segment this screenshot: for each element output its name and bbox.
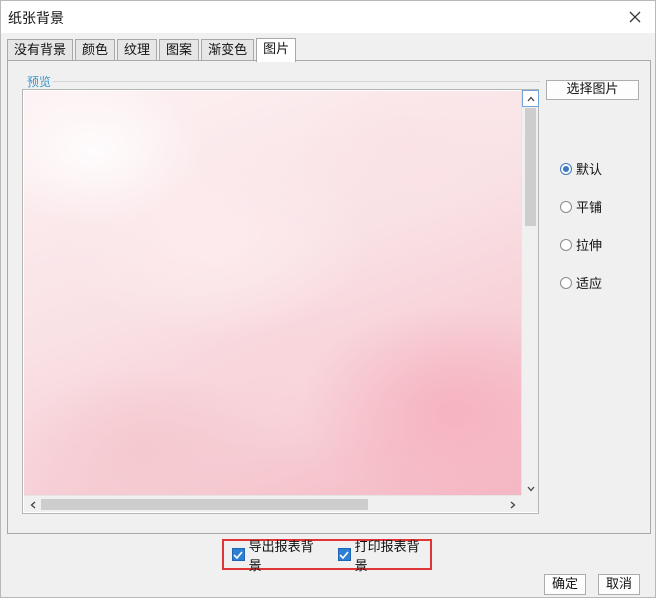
tab-color[interactable]: 颜色 [75, 39, 116, 61]
scroll-left-button[interactable] [24, 496, 41, 513]
ok-button[interactable]: 确定 [544, 574, 586, 595]
print-background-checkbox[interactable]: 打印报表背景 [338, 536, 430, 574]
dialog-title: 纸张背景 [8, 11, 64, 27]
checkmark-icon [233, 550, 243, 559]
preview-area [22, 89, 539, 514]
checkmark-icon [339, 550, 349, 559]
tab-bar: 没有背景 颜色 纹理 图案 渐变色 图片 [7, 37, 298, 62]
cancel-button[interactable]: 取消 [598, 574, 640, 595]
radio-indicator [560, 238, 572, 251]
preview-divider [53, 81, 540, 82]
vertical-scroll-thumb[interactable] [525, 108, 536, 226]
radio-indicator [560, 200, 572, 213]
tab-gradient[interactable]: 渐变色 [201, 39, 255, 61]
checkbox-label: 打印报表背景 [354, 539, 420, 574]
preview-image [24, 91, 521, 496]
checkbox-label: 导出报表背景 [248, 539, 314, 574]
radio-fit[interactable]: 适应 [560, 273, 602, 292]
radio-indicator [560, 276, 572, 289]
preview-group: 预览 [19, 73, 540, 536]
tab-pattern[interactable]: 图案 [159, 39, 200, 61]
checkbox-checked [232, 548, 245, 561]
scroll-right-button[interactable] [504, 496, 521, 513]
scroll-up-button[interactable] [522, 90, 539, 107]
chevron-down-icon [527, 486, 534, 491]
horizontal-scrollbar[interactable] [24, 495, 521, 512]
radio-default[interactable]: 默认 [560, 159, 602, 178]
radio-indicator [560, 162, 572, 175]
title-bar: 纸张背景 [1, 1, 655, 33]
choose-image-button[interactable]: 选择图片 [546, 80, 639, 100]
chevron-right-icon [510, 501, 515, 508]
close-icon [629, 11, 641, 23]
tab-image[interactable]: 图片 [256, 38, 297, 62]
scroll-corner [521, 495, 538, 512]
paper-background-dialog: 纸张背景 没有背景 颜色 纹理 图案 渐变色 图片 预览 选择图片 默认 平铺 … [0, 0, 656, 598]
radio-label: 适应 [576, 277, 603, 292]
close-button[interactable] [621, 4, 649, 30]
radio-tile[interactable]: 平铺 [560, 197, 602, 216]
export-background-checkbox[interactable]: 导出报表背景 [232, 536, 324, 574]
tab-no-background[interactable]: 没有背景 [7, 39, 74, 61]
image-tab-panel: 预览 选择图片 默认 平铺 拉伸 适应 [7, 60, 651, 534]
chevron-left-icon [30, 501, 35, 508]
radio-label: 平铺 [576, 201, 603, 216]
preview-label: 预览 [25, 73, 54, 90]
horizontal-scroll-thumb[interactable] [41, 499, 368, 510]
tab-texture[interactable]: 纹理 [117, 39, 158, 61]
vertical-scrollbar[interactable] [521, 90, 539, 497]
checkbox-checked [338, 548, 351, 561]
radio-dot [563, 165, 569, 172]
radio-label: 默认 [576, 163, 603, 178]
chevron-up-icon [527, 96, 534, 101]
radio-label: 拉伸 [576, 239, 603, 254]
radio-stretch[interactable]: 拉伸 [560, 235, 602, 254]
background-export-options: 导出报表背景 打印报表背景 [222, 539, 432, 574]
